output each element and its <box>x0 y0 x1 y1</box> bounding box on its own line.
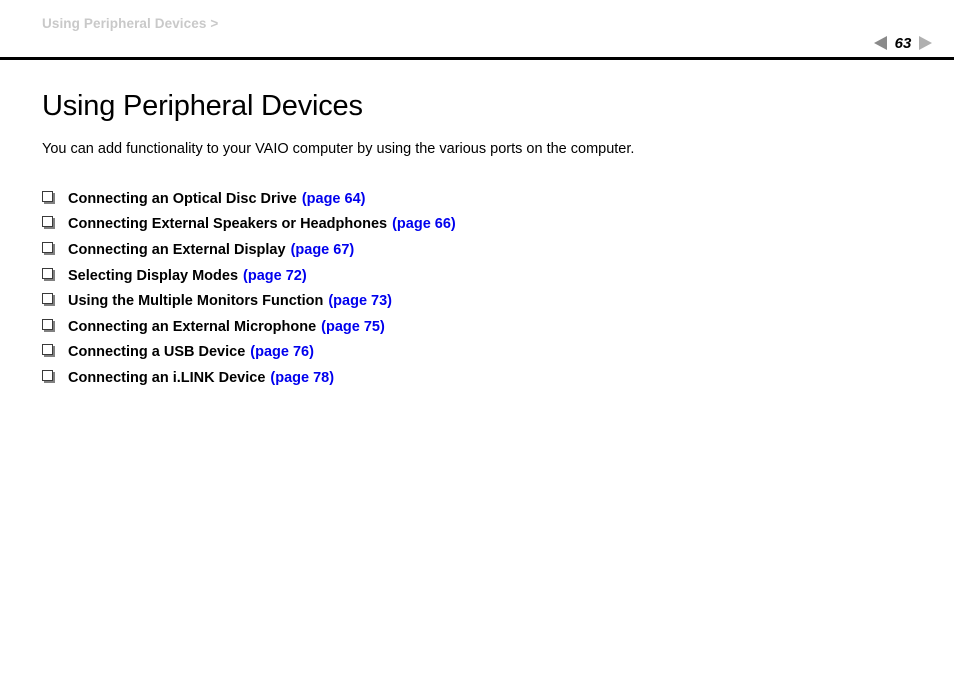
toc-page-link[interactable]: (page 64) <box>302 191 366 207</box>
list-item[interactable]: Using the Multiple Monitors Function (pa… <box>42 293 912 319</box>
intro-paragraph: You can add functionality to your VAIO c… <box>42 140 635 157</box>
list-item[interactable]: Connecting an External Display (page 67) <box>42 241 912 268</box>
toc-label: Connecting External Speakers or Headphon… <box>68 216 388 233</box>
page-header: Using Peripheral Devices > 63 <box>0 0 954 60</box>
square-bullet-icon <box>42 344 53 356</box>
square-bullet-icon <box>42 190 53 202</box>
toc-label: Connecting an External Microphone <box>68 318 317 335</box>
list-item[interactable]: Connecting External Speakers or Headphon… <box>42 216 912 242</box>
triangle-right-icon[interactable] <box>919 36 932 50</box>
toc-page-link[interactable]: (page 67) <box>291 242 355 258</box>
square-bullet-icon <box>42 293 53 305</box>
square-bullet-icon <box>42 216 53 228</box>
breadcrumb: Using Peripheral Devices > <box>42 16 219 31</box>
toc-page-link[interactable]: (page 75) <box>321 319 385 335</box>
toc-label: Connecting an Optical Disc Drive <box>68 190 297 207</box>
toc-label: Connecting a USB Device <box>68 344 246 361</box>
square-bullet-icon <box>42 241 53 253</box>
list-item[interactable]: Connecting a USB Device (page 76) <box>42 344 912 370</box>
square-bullet-icon <box>42 318 53 330</box>
header-divider <box>0 57 954 60</box>
toc-page-link[interactable]: (page 76) <box>250 344 314 360</box>
toc-label: Connecting an i.LINK Device <box>68 369 266 386</box>
list-item[interactable]: Connecting an i.LINK Device (page 78) <box>42 369 912 396</box>
page-title: Using Peripheral Devices <box>42 90 363 122</box>
page-number: 63 <box>894 34 912 52</box>
document-content: Using Peripheral Devices You can add fun… <box>0 58 954 395</box>
toc-page-link[interactable]: (page 73) <box>328 293 392 309</box>
toc-page-link[interactable]: (page 72) <box>243 268 307 284</box>
list-item[interactable]: Connecting an External Microphone (page … <box>42 318 912 345</box>
list-item[interactable]: Selecting Display Modes (page 72) <box>42 267 912 294</box>
page-navigation: 63 <box>874 34 932 52</box>
toc-page-link[interactable]: (page 78) <box>270 370 334 386</box>
square-bullet-icon <box>42 267 53 279</box>
toc-list: Connecting an Optical Disc Drive (page 6… <box>42 159 912 396</box>
square-bullet-icon <box>42 369 53 381</box>
toc-label: Selecting Display Modes <box>68 267 239 284</box>
toc-page-link[interactable]: (page 66) <box>392 216 456 232</box>
triangle-left-icon[interactable] <box>874 36 887 50</box>
list-item[interactable]: Connecting an Optical Disc Drive (page 6… <box>42 190 912 217</box>
toc-label: Using the Multiple Monitors Function <box>68 293 324 310</box>
toc-label: Connecting an External Display <box>68 241 286 258</box>
